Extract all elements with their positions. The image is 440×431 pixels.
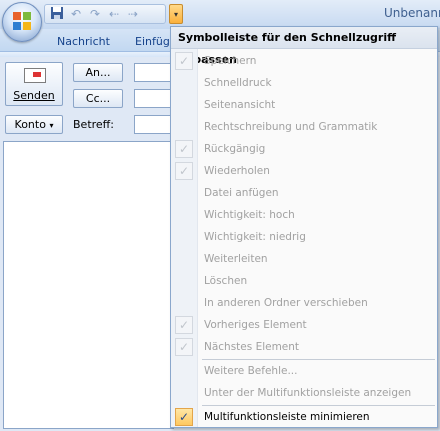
check-icon: ✓ <box>175 408 193 426</box>
quick-access-toolbar: ↶ ↷ ⇠ ⇢ <box>44 4 166 24</box>
menu-item-schnelldruck[interactable]: Schnelldruck <box>171 72 437 94</box>
qat-customize-dropdown-button[interactable]: ▾ <box>169 4 183 24</box>
window-title: Unbenann <box>384 6 440 20</box>
cc-field[interactable] <box>134 89 174 108</box>
menu-item-weitere-befehle[interactable]: Weitere Befehle... <box>171 360 437 382</box>
menu-item-ordner-verschieben[interactable]: In anderen Ordner verschieben <box>171 292 437 314</box>
check-icon: ✓ <box>175 338 193 356</box>
menu-item-wichtigkeit-niedrig[interactable]: Wichtigkeit: niedrig <box>171 226 437 248</box>
redo-icon[interactable]: ↷ <box>87 6 103 22</box>
subject-label: Betreff: <box>73 118 114 131</box>
tab-nachricht[interactable]: Nachricht <box>57 35 110 48</box>
menu-item-seitenansicht[interactable]: Seitenansicht <box>171 94 437 116</box>
to-field[interactable] <box>134 63 174 82</box>
send-button[interactable]: Senden <box>5 62 63 106</box>
menu-item-rueckgaengig[interactable]: ✓ Rückgängig <box>171 138 437 160</box>
tab-einfuegen[interactable]: Einfüg <box>135 35 170 48</box>
send-label: Senden <box>13 89 55 102</box>
office-logo-icon <box>13 12 31 30</box>
menu-header: Symbolleiste für den Schnellzugriff anpa… <box>171 27 437 66</box>
menu-item-wichtigkeit-hoch[interactable]: Wichtigkeit: hoch <box>171 204 437 226</box>
chevron-down-icon: ▾ <box>173 10 178 19</box>
message-body[interactable] <box>3 141 174 429</box>
menu-item-vorheriges-element[interactable]: ✓ Vorheriges Element <box>171 314 437 336</box>
check-icon: ✓ <box>175 52 193 70</box>
save-icon[interactable] <box>49 6 65 22</box>
undo-icon[interactable]: ↶ <box>68 6 84 22</box>
cc-button[interactable]: Cc... <box>73 89 123 108</box>
menu-item-wiederholen[interactable]: ✓ Wiederholen <box>171 160 437 182</box>
menu-item-loeschen[interactable]: Löschen <box>171 270 437 292</box>
account-label: Konto <box>14 118 46 131</box>
check-icon: ✓ <box>175 316 193 334</box>
subject-field[interactable] <box>134 115 174 134</box>
previous-icon[interactable]: ⇠ <box>106 6 122 22</box>
menu-item-rechtschreibung[interactable]: Rechtschreibung und Grammatik <box>171 116 437 138</box>
menu-item-multifunktionsleiste-minimieren[interactable]: ✓ Multifunktionsleiste minimieren <box>171 406 437 428</box>
menu-item-weiterleiten[interactable]: Weiterleiten <box>171 248 437 270</box>
menu-item-naechstes-element[interactable]: ✓ Nächstes Element <box>171 336 437 358</box>
chevron-down-icon: ▾ <box>49 121 54 130</box>
qat-customize-menu: Symbolleiste für den Schnellzugriff anpa… <box>170 26 438 428</box>
menu-item-speichern[interactable]: ✓ Speichern <box>171 50 437 72</box>
menu-item-unter-multifunktionsleiste[interactable]: Unter der Multifunktionsleiste anzeigen <box>171 382 437 404</box>
to-button[interactable]: An... <box>73 63 123 82</box>
envelope-icon <box>24 68 46 83</box>
check-icon: ✓ <box>175 162 193 180</box>
menu-item-datei-anfuegen[interactable]: Datei anfügen <box>171 182 437 204</box>
office-button[interactable] <box>2 2 42 42</box>
check-icon: ✓ <box>175 140 193 158</box>
next-icon[interactable]: ⇢ <box>125 6 141 22</box>
account-button[interactable]: Konto ▾ <box>5 115 63 134</box>
